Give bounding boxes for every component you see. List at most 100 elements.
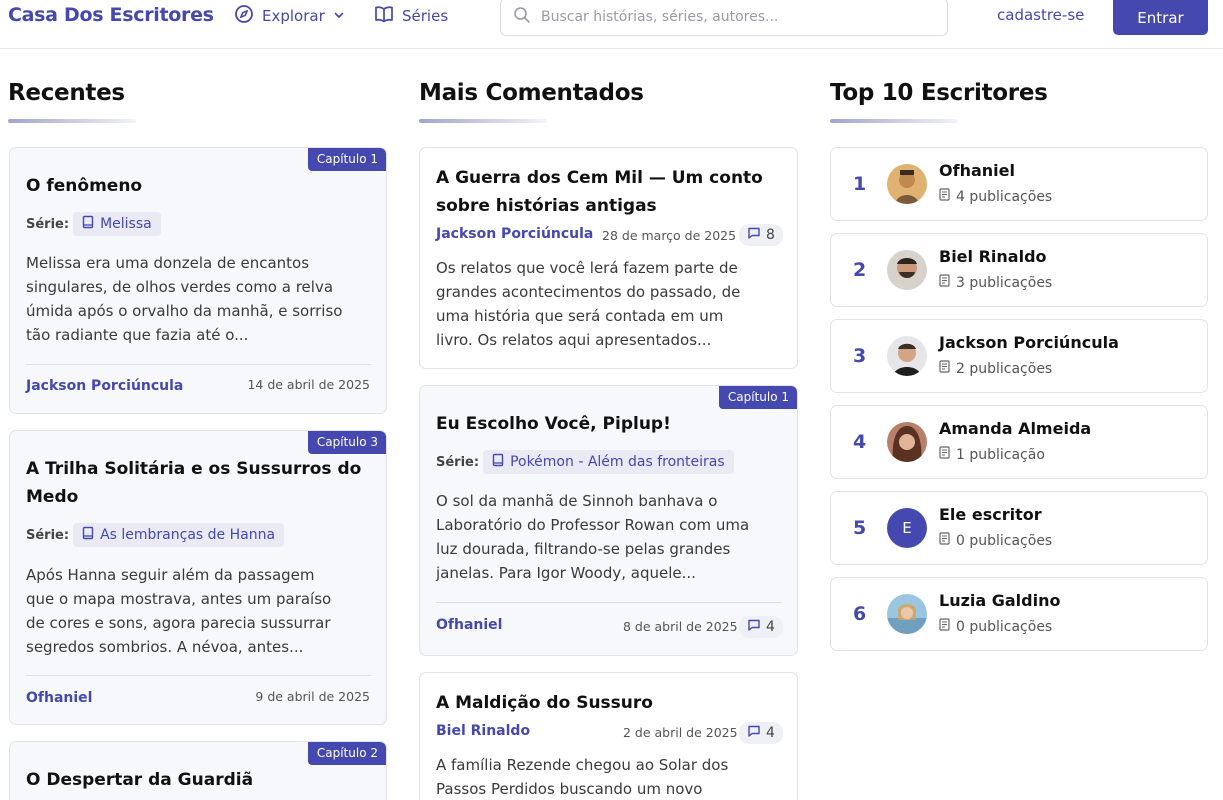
login-button[interactable]: Entrar bbox=[1113, 0, 1208, 35]
card-divider bbox=[26, 675, 371, 676]
series-row: Série: Melissa bbox=[26, 212, 161, 236]
nav-series-label: Séries bbox=[402, 7, 449, 25]
story-title[interactable]: O Despertar da Guardiã bbox=[26, 766, 253, 794]
author-link[interactable]: Ofhaniel bbox=[26, 690, 92, 706]
comment-count: 4 bbox=[766, 725, 775, 741]
story-title[interactable]: Eu Escolho Você, Piplup! bbox=[436, 410, 671, 438]
story-date: 8 de abril de 2025 bbox=[623, 619, 738, 634]
top-writer-item[interactable]: 6 Luzia Galdino 0 publicações bbox=[830, 577, 1208, 651]
comment-icon bbox=[747, 724, 761, 742]
series-label: Série: bbox=[26, 527, 70, 543]
book-open-icon bbox=[374, 5, 394, 27]
writer-name: Ofhaniel bbox=[939, 161, 1015, 180]
search-input[interactable] bbox=[541, 9, 941, 25]
story-title[interactable]: A Trilha Solitária e os Sussurros do Med… bbox=[26, 455, 361, 511]
nav-explore-label: Explorar bbox=[262, 7, 325, 25]
story-card[interactable]: Capítulo 1 Eu Escolho Você, Piplup! Séri… bbox=[419, 385, 798, 656]
series-chip[interactable]: Pokémon - Além das fronteiras bbox=[483, 450, 734, 474]
section-underline bbox=[419, 119, 547, 123]
story-title-line: A Trilha Solitária e os Sussurros do bbox=[26, 459, 362, 479]
top-writer-item[interactable]: 2 Biel Rinaldo 3 publicações bbox=[830, 233, 1208, 307]
series-chip[interactable]: As lembranças de Hanna bbox=[73, 523, 285, 547]
excerpt-line: úmida após o orvalho da manhã, e sorriso bbox=[26, 302, 343, 320]
writer-name: Amanda Almeida bbox=[939, 419, 1092, 438]
writer-rank: 2 bbox=[853, 259, 867, 281]
series-row: Série: As lembranças de Hanna bbox=[26, 523, 285, 547]
chevron-down-icon bbox=[333, 7, 345, 25]
story-card[interactable]: Capítulo 3 A Trilha Solitária e os Sussu… bbox=[9, 430, 387, 725]
author-link[interactable]: Ofhaniel bbox=[436, 617, 502, 633]
story-date: 2 de abril de 2025 bbox=[623, 725, 738, 740]
excerpt-line: segredos sombrios. A névoa, antes... bbox=[26, 638, 304, 656]
story-card[interactable]: A Guerra dos Cem Mil — Um conto sobre hi… bbox=[419, 147, 798, 369]
top-writer-item[interactable]: 4 Amanda Almeida 1 publicação bbox=[830, 405, 1208, 479]
author-link[interactable]: Jackson Porciúncula bbox=[436, 226, 593, 242]
signup-link[interactable]: cadastre-se bbox=[997, 6, 1084, 24]
story-date: 14 de abril de 2025 bbox=[247, 377, 370, 392]
story-title[interactable]: A Guerra dos Cem Mil — Um conto sobre hi… bbox=[436, 164, 763, 220]
excerpt-line: singulares, de olhos verdes como a relva bbox=[26, 278, 334, 296]
top-writers-section-title: Top 10 Escritores bbox=[830, 80, 1048, 106]
comment-count: 4 bbox=[766, 619, 775, 635]
story-card[interactable]: A Maldição do Sussuro Biel Rinaldo 2 de … bbox=[419, 672, 798, 800]
document-icon bbox=[939, 618, 950, 635]
story-card[interactable]: Capítulo 1 O fenômeno Série: Melissa Mel… bbox=[9, 147, 387, 414]
top-writer-item[interactable]: 3 Jackson Porciúncula 2 publicações bbox=[830, 319, 1208, 393]
author-link[interactable]: Biel Rinaldo bbox=[436, 723, 530, 739]
series-label: Série: bbox=[436, 454, 480, 470]
writer-publications: 1 publicação bbox=[939, 446, 1045, 463]
writer-publications: 2 publicações bbox=[939, 360, 1052, 377]
comment-count-badge: 4 bbox=[739, 616, 783, 638]
story-title-line: A Guerra dos Cem Mil — Um conto bbox=[436, 168, 763, 188]
series-row: Série: Pokémon - Além das fronteiras bbox=[436, 450, 734, 474]
excerpt-line: Laboratório do Professor Rowan com uma bbox=[436, 516, 750, 534]
comment-icon bbox=[747, 226, 761, 244]
comment-icon bbox=[747, 618, 761, 636]
search-icon bbox=[513, 6, 531, 28]
story-card[interactable]: Capítulo 2 O Despertar da Guardiã bbox=[9, 741, 387, 800]
author-link[interactable]: Jackson Porciúncula bbox=[26, 378, 183, 394]
excerpt-line: Após Hanna seguir além da passagem bbox=[26, 566, 315, 584]
card-divider bbox=[26, 364, 371, 365]
writer-rank: 3 bbox=[853, 345, 867, 367]
document-icon bbox=[939, 188, 950, 205]
story-title[interactable]: A Maldição do Sussuro bbox=[436, 689, 653, 717]
story-excerpt: O sol da manhã de Sinnoh banhava o Labor… bbox=[436, 489, 749, 585]
chapter-badge: Capítulo 1 bbox=[718, 386, 797, 409]
comment-count-badge: 4 bbox=[739, 722, 783, 744]
story-excerpt: Os relatos que você lerá fazem parte de … bbox=[436, 256, 740, 352]
publications-count: 0 publicações bbox=[956, 618, 1053, 635]
brand-logo[interactable]: Casa Dos Escritores bbox=[8, 4, 214, 26]
story-title-line: sobre histórias antigas bbox=[436, 196, 657, 216]
top-navigation-bar: Casa Dos Escritores Explorar Séries cada… bbox=[0, 0, 1223, 49]
story-excerpt: A família Rezende chegou ao Solar dos Pa… bbox=[436, 753, 728, 800]
compass-icon bbox=[234, 4, 254, 28]
excerpt-line: Melissa era uma donzela de encantos bbox=[26, 254, 310, 272]
series-chip[interactable]: Melissa bbox=[73, 212, 161, 236]
series-name: As lembranças de Hanna bbox=[100, 527, 276, 543]
excerpt-line: grandes acontecimentos do passado, de bbox=[436, 283, 741, 301]
excerpt-line: O sol da manhã de Sinnoh banhava o bbox=[436, 492, 718, 510]
series-name: Pokémon - Além das fronteiras bbox=[510, 454, 725, 470]
publications-count: 1 publicação bbox=[956, 446, 1045, 463]
document-icon bbox=[939, 274, 950, 291]
excerpt-line: uma história que será contada em um bbox=[436, 307, 724, 325]
story-title[interactable]: O fenômeno bbox=[26, 172, 142, 200]
section-underline bbox=[830, 119, 958, 123]
writer-name: Ele escritor bbox=[939, 505, 1042, 524]
book-icon bbox=[82, 526, 94, 544]
writer-rank: 6 bbox=[853, 603, 867, 625]
top-writer-item[interactable]: 5 E Ele escritor 0 publicações bbox=[830, 491, 1208, 565]
excerpt-line: livro. Os relatos aqui apresentados... bbox=[436, 331, 712, 349]
nav-series-link[interactable]: Séries bbox=[374, 5, 448, 27]
story-date: 9 de abril de 2025 bbox=[255, 689, 370, 704]
writer-name: Luzia Galdino bbox=[939, 591, 1061, 610]
nav-explore-menu[interactable]: Explorar bbox=[234, 5, 345, 27]
excerpt-line: Os relatos que você lerá fazem parte de bbox=[436, 259, 738, 277]
document-icon bbox=[939, 360, 950, 377]
search-box bbox=[500, 0, 948, 36]
writer-publications: 0 publicações bbox=[939, 532, 1052, 549]
top-writer-item[interactable]: 1 Ofhaniel 4 publicações bbox=[830, 147, 1208, 221]
excerpt-line: A família Rezende chegou ao Solar dos bbox=[436, 756, 729, 774]
section-underline bbox=[8, 119, 136, 123]
